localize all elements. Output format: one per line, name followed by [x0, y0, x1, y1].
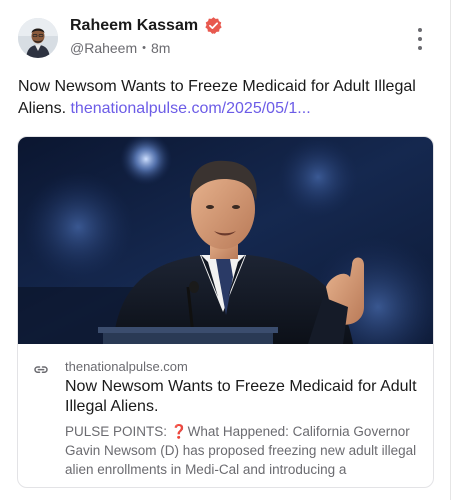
- post-body: Now Newsom Wants to Freeze Medicaid for …: [18, 76, 438, 120]
- more-dot: [418, 28, 422, 32]
- link-preview-domain[interactable]: thenationalpulse.com: [65, 359, 188, 374]
- post-timestamp[interactable]: 8m: [151, 40, 170, 56]
- link-preview-title[interactable]: Now Newsom Wants to Freeze Medicaid for …: [65, 377, 425, 417]
- link-preview-body: thenationalpulse.com Now Newsom Wants to…: [18, 344, 433, 487]
- more-dot: [418, 46, 422, 50]
- link-preview-card[interactable]: thenationalpulse.com Now Newsom Wants to…: [17, 136, 434, 488]
- link-preview-image[interactable]: [18, 137, 433, 344]
- speaker-photo: [18, 137, 433, 344]
- link-icon: [34, 366, 48, 373]
- link-preview-description: PULSE POINTS: ❓What Happened: California…: [65, 424, 417, 477]
- post-link[interactable]: thenationalpulse.com/2025/05/1...: [70, 100, 310, 117]
- more-vertical-icon[interactable]: [414, 28, 426, 50]
- author-name[interactable]: Raheem Kassam: [70, 17, 198, 35]
- more-dot: [418, 37, 422, 41]
- meta-separator: •: [142, 42, 146, 54]
- author-name-row: Raheem Kassam: [70, 16, 223, 35]
- post-container: Raheem Kassam @Raheem • 8m Now Newsom Wa…: [0, 0, 451, 500]
- author-meta: @Raheem • 8m: [70, 40, 170, 56]
- avatar-image: [18, 18, 58, 58]
- author-handle[interactable]: @Raheem: [70, 40, 137, 56]
- verified-badge-icon: [205, 17, 222, 34]
- avatar[interactable]: [18, 18, 58, 58]
- post-header: Raheem Kassam @Raheem • 8m: [18, 14, 434, 62]
